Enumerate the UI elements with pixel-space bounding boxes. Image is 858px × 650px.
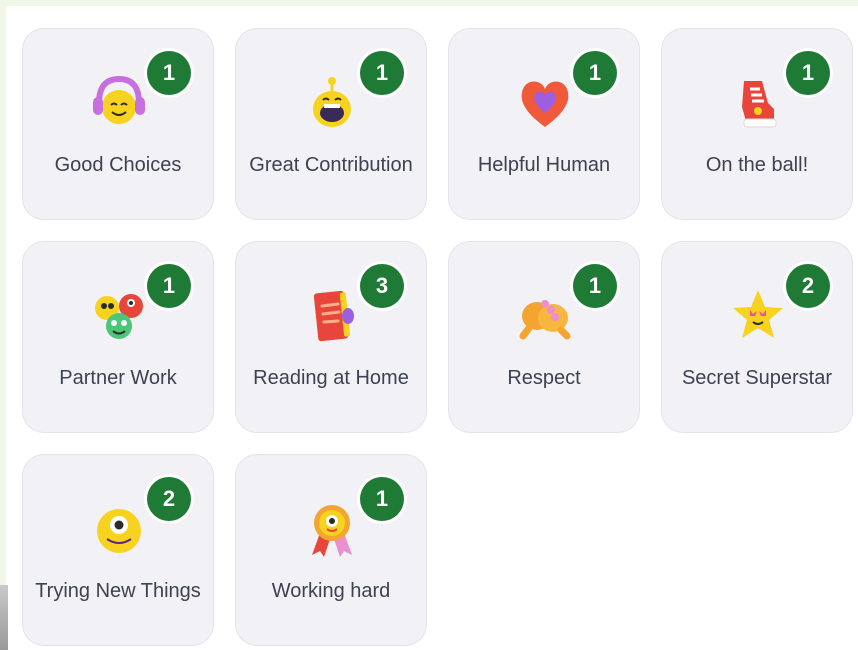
sneaker-icon	[728, 73, 788, 133]
skill-count-badge: 1	[573, 264, 617, 308]
skill-card-partner-work[interactable]: 1 Partner Work	[22, 241, 214, 433]
skill-card-trying-new-things[interactable]: 2 Trying New Things	[22, 454, 214, 646]
skill-count-badge: 1	[360, 51, 404, 95]
skill-count-badge: 1	[147, 264, 191, 308]
skill-count-badge: 2	[786, 264, 830, 308]
headphones-smiley-icon	[89, 73, 149, 133]
award-ribbon-icon	[302, 499, 362, 559]
skill-card-good-choices[interactable]: 1 Good Choices	[22, 28, 214, 220]
skill-card-reading-at-home[interactable]: 3 Reading at Home	[235, 241, 427, 433]
page-edge-top	[0, 0, 858, 6]
monster-group-icon	[89, 286, 149, 346]
skills-grid: 1 Good Choices 1 Great Contribution 1 He	[22, 28, 853, 646]
skill-count-badge: 2	[147, 477, 191, 521]
fist-bump-icon	[515, 286, 575, 346]
heart-icon	[515, 73, 575, 133]
skill-card-secret-superstar[interactable]: 2 Secret Superstar	[661, 241, 853, 433]
skill-count-badge: 1	[147, 51, 191, 95]
skill-label: Good Choices	[54, 153, 182, 176]
skill-card-helpful-human[interactable]: 1 Helpful Human	[448, 28, 640, 220]
skill-label: Secret Superstar	[681, 366, 833, 389]
skill-label: Trying New Things	[35, 579, 201, 602]
one-eyed-monster-icon	[89, 499, 149, 559]
skill-count-badge: 3	[360, 264, 404, 308]
skill-count-badge: 1	[786, 51, 830, 95]
window-shadow	[0, 585, 8, 650]
skill-count-badge: 1	[360, 477, 404, 521]
skill-label: Great Contribution	[249, 153, 413, 176]
page-edge	[0, 0, 6, 650]
book-icon	[302, 286, 362, 346]
skill-label: Helpful Human	[477, 153, 611, 176]
cheering-monster-icon	[302, 73, 362, 133]
skill-card-great-contribution[interactable]: 1 Great Contribution	[235, 28, 427, 220]
skill-count-badge: 1	[573, 51, 617, 95]
skill-card-working-hard[interactable]: 1 Working hard	[235, 454, 427, 646]
skill-label: Respect	[507, 366, 581, 389]
skill-card-respect[interactable]: 1 Respect	[448, 241, 640, 433]
skill-label: Partner Work	[59, 366, 177, 389]
skill-card-on-the-ball[interactable]: 1 On the ball!	[661, 28, 853, 220]
skill-label: Reading at Home	[253, 366, 409, 389]
star-sunglasses-icon	[728, 286, 788, 346]
skill-label: On the ball!	[705, 153, 809, 176]
skill-label: Working hard	[271, 579, 391, 602]
